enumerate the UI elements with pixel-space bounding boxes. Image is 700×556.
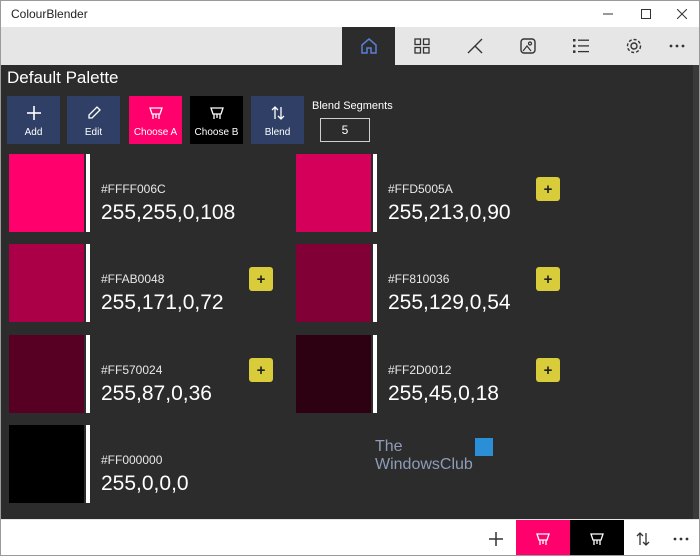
nav-more-button[interactable]: [654, 27, 699, 65]
app-window: ColourBlender Default Palette Add Edit C…: [0, 0, 700, 556]
paint-bucket-icon: [536, 533, 550, 545]
list-icon: [572, 39, 589, 53]
divider: [373, 244, 377, 322]
more-icon: [673, 537, 689, 541]
color-item[interactable]: #FF810036 255,129,0,54 +: [296, 244, 566, 324]
blend-segments-label: Blend Segments: [312, 100, 393, 112]
nav-home[interactable]: [342, 27, 395, 65]
color-rgb: 255,129,0,54: [388, 291, 511, 314]
nav-grid[interactable]: [395, 27, 448, 65]
paint-bucket-icon: [209, 107, 224, 119]
home-icon: [360, 38, 377, 54]
nav-image[interactable]: [501, 27, 554, 65]
plus-icon: [26, 106, 41, 120]
divider: [86, 244, 90, 322]
title-bar: ColourBlender: [1, 1, 699, 27]
minimize-icon: [603, 13, 613, 15]
gear-icon: [626, 38, 641, 54]
color-hex: #FFFF006C: [101, 182, 166, 196]
edit-button[interactable]: Edit: [67, 96, 120, 144]
app-title: ColourBlender: [11, 7, 88, 21]
divider: [86, 425, 90, 503]
bottom-command-bar: [1, 519, 699, 555]
color-item[interactable]: #FFFF006C 255,255,0,108: [9, 154, 279, 234]
grid-icon: [413, 38, 430, 54]
palette-content: Default Palette Add Edit Choose A Choose…: [1, 65, 699, 519]
color-swatch: [296, 244, 371, 322]
swap-arrows-icon: [271, 106, 284, 120]
color-hex: #FF2D0012: [388, 363, 452, 377]
paint-bucket-icon: [148, 107, 163, 119]
color-rgb: 255,213,0,90: [388, 201, 511, 224]
watermark-line1: The: [375, 438, 403, 455]
color-swatch: [9, 425, 84, 503]
scrollbar[interactable]: [693, 65, 699, 519]
add-button-label: Add: [24, 127, 43, 138]
color-swatch: [296, 154, 371, 232]
color-item[interactable]: #FF570024 255,87,0,36 +: [9, 335, 279, 415]
add-to-blend-button[interactable]: +: [536, 358, 560, 382]
color-swatch: [9, 154, 84, 232]
color-hex: #FFAB0048: [101, 272, 165, 286]
choose-b-label: Choose B: [194, 127, 239, 138]
color-rgb: 255,0,0,0: [101, 472, 189, 495]
color-swatch: [9, 335, 84, 413]
watermark-logo: [475, 438, 493, 456]
page-title: Default Palette: [7, 68, 119, 87]
watermark-line2: WindowsClub: [375, 456, 473, 473]
add-to-blend-button[interactable]: +: [249, 267, 273, 291]
blend-button[interactable]: Blend: [251, 96, 304, 144]
bottom-choose-b-button[interactable]: [570, 520, 624, 555]
bottom-choose-a-button[interactable]: [516, 520, 570, 555]
color-item[interactable]: #FFD5005A 255,213,0,90 +: [296, 154, 566, 234]
color-item[interactable]: #FF000000 255,0,0,0: [9, 425, 279, 505]
paint-bucket-icon: [590, 533, 604, 545]
color-rgb: 255,45,0,18: [388, 382, 499, 405]
plus-icon: [489, 532, 503, 546]
swap-arrows-icon: [636, 532, 650, 546]
choose-a-button[interactable]: Choose A: [129, 96, 182, 144]
nav-list[interactable]: [554, 27, 607, 65]
color-hex: #FF810036: [388, 272, 450, 286]
color-hex: #FF570024: [101, 363, 163, 377]
color-swatch: [296, 335, 371, 413]
bottom-blend-button[interactable]: [624, 520, 662, 555]
blend-segments-input[interactable]: 5: [320, 118, 370, 142]
watermark: The WindowsClub: [375, 438, 505, 478]
color-rgb: 255,255,0,108: [101, 201, 236, 224]
more-icon: [669, 44, 685, 48]
color-rgb: 255,171,0,72: [101, 291, 224, 314]
color-item[interactable]: #FFAB0048 255,171,0,72 +: [9, 244, 279, 324]
color-hex: #FFD5005A: [388, 182, 453, 196]
nav-blend[interactable]: [448, 27, 501, 65]
maximize-icon: [641, 9, 651, 19]
divider: [373, 154, 377, 232]
divider: [373, 335, 377, 413]
color-swatch: [9, 244, 84, 322]
bottom-more-button[interactable]: [662, 520, 699, 555]
color-item[interactable]: #FF2D0012 255,45,0,18 +: [296, 335, 566, 415]
bottom-add-button[interactable]: [469, 520, 523, 555]
blend-button-label: Blend: [264, 127, 291, 138]
divider: [86, 154, 90, 232]
color-hex: #FF000000: [101, 453, 163, 467]
pencil-icon: [87, 106, 101, 119]
divider: [86, 335, 90, 413]
blend-icon: [467, 38, 482, 54]
add-to-blend-button[interactable]: +: [249, 358, 273, 382]
edit-button-label: Edit: [84, 127, 103, 138]
close-button[interactable]: [659, 1, 699, 27]
add-to-blend-button[interactable]: +: [536, 267, 560, 291]
close-icon: [677, 9, 687, 19]
nav-settings[interactable]: [607, 27, 660, 65]
nav-bar: [1, 27, 699, 65]
color-rgb: 255,87,0,36: [101, 382, 212, 405]
choose-a-label: Choose A: [133, 127, 178, 138]
choose-b-button[interactable]: Choose B: [190, 96, 243, 144]
add-button[interactable]: Add: [7, 96, 60, 144]
image-icon: [519, 38, 536, 54]
add-to-blend-button[interactable]: +: [536, 177, 560, 201]
